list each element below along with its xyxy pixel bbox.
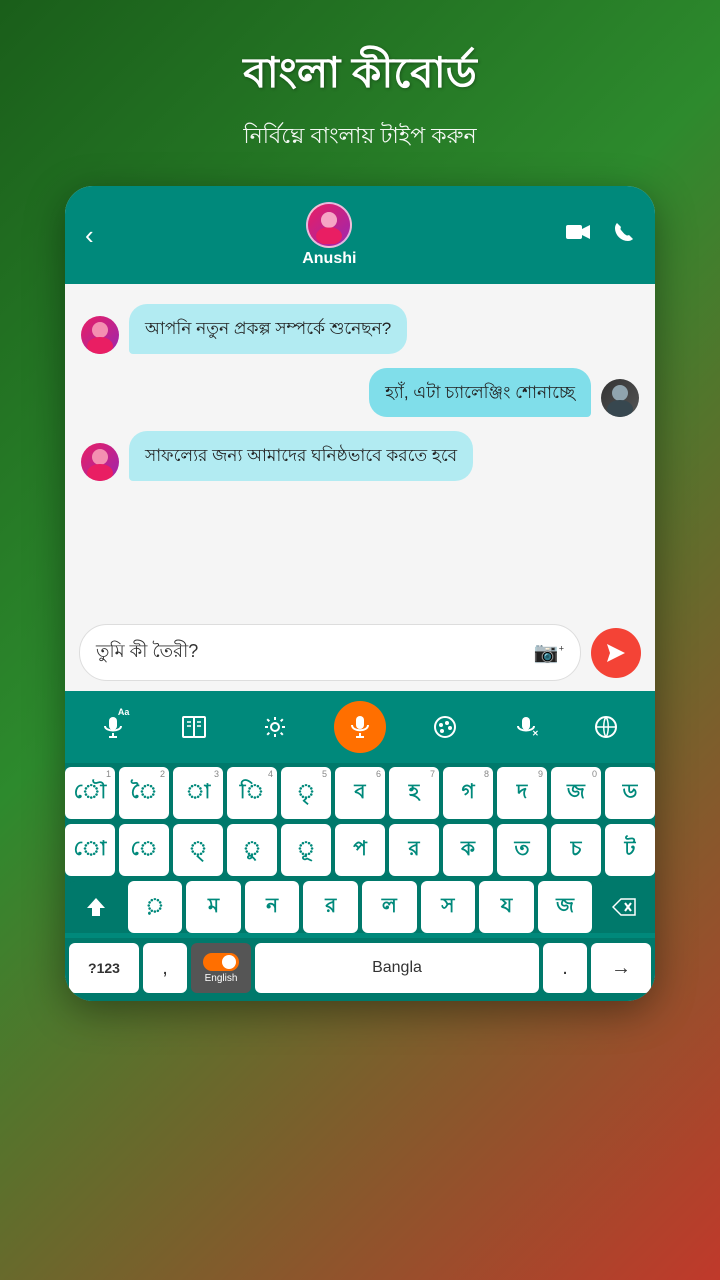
video-call-icon[interactable] bbox=[565, 219, 591, 251]
key-h[interactable]: 7হ bbox=[389, 767, 439, 819]
camera-icon[interactable]: 📷+ bbox=[534, 640, 564, 665]
app-title: বাংলা কীবোর্ড bbox=[243, 40, 477, 111]
key-n[interactable]: ন bbox=[245, 881, 300, 933]
my-avatar-img bbox=[601, 379, 639, 417]
period-key[interactable]: . bbox=[543, 943, 587, 993]
avatar-img bbox=[81, 316, 119, 354]
numbers-key[interactable]: ?123 bbox=[69, 943, 139, 993]
lang-toggle-switch bbox=[203, 953, 239, 971]
key-ch[interactable]: চ bbox=[551, 824, 601, 876]
my-avatar bbox=[601, 379, 639, 417]
key-row-3: ় ম ন র ল স য জ bbox=[69, 881, 651, 933]
keyboard: Aa bbox=[65, 691, 655, 1001]
incoming-bubble: আপনি নতুন প্রকল্প সম্পর্কে শুনেছন? bbox=[129, 304, 407, 354]
message-input-box[interactable]: তুমি কী তৈরী? 📷+ bbox=[79, 624, 581, 681]
key-g[interactable]: 8গ bbox=[443, 767, 493, 819]
key-m[interactable]: ম bbox=[186, 881, 241, 933]
settings-btn[interactable] bbox=[253, 705, 297, 749]
outgoing-bubble: হ্যাঁ, এটা চ্যালেঞ্জিং শোনাচ্ছে bbox=[369, 368, 591, 418]
key-l[interactable]: ল bbox=[362, 881, 417, 933]
voice-call-icon[interactable] bbox=[613, 221, 635, 249]
key-ri[interactable]: 5ৃ bbox=[281, 767, 331, 819]
key-u[interactable]: ু bbox=[227, 824, 277, 876]
app-header: বাংলা কীবোর্ড নির্বিঘ্নে বাংলায় টাইপ কর… bbox=[223, 0, 497, 166]
voice-input-btn[interactable]: Aa bbox=[91, 705, 135, 749]
translate-btn[interactable]: ✕ bbox=[504, 705, 548, 749]
key-k[interactable]: ক bbox=[443, 824, 493, 876]
key-nukta[interactable]: ় bbox=[128, 881, 183, 933]
key-y[interactable]: য bbox=[479, 881, 534, 933]
enter-key[interactable]: → bbox=[591, 943, 651, 993]
key-oi[interactable]: 2ৈ bbox=[119, 767, 169, 819]
globe-btn[interactable] bbox=[584, 705, 628, 749]
key-row-1: 1ৌ 2ৈ 3া 4ি 5ৃ 6ব 7হ 8গ 9দ 0জ ড bbox=[69, 767, 651, 819]
key-t[interactable]: ত bbox=[497, 824, 547, 876]
input-row: তুমি কী তৈরী? 📷+ bbox=[65, 614, 655, 691]
language-toggle[interactable]: English bbox=[191, 943, 251, 993]
message-row: হ্যাঁ, এটা চ্যালেঞ্জিং শোনাচ্ছে bbox=[81, 368, 639, 418]
key-uu[interactable]: ূ bbox=[281, 824, 331, 876]
input-text: তুমি কী তৈরী? bbox=[96, 637, 198, 668]
header-center: Anushi bbox=[302, 202, 356, 268]
chat-header: ‹ Anushi bbox=[65, 186, 655, 284]
header-left: ‹ bbox=[85, 220, 94, 251]
comma-key[interactable]: , bbox=[143, 943, 187, 993]
key-p[interactable]: প bbox=[335, 824, 385, 876]
key-dd[interactable]: ড bbox=[605, 767, 655, 819]
key-aa[interactable]: 3া bbox=[173, 767, 223, 819]
back-button[interactable]: ‹ bbox=[85, 220, 94, 251]
message-row: সাফল্যের জন্য আমাদের ঘনিষ্ঠভাবে করতে হবে bbox=[81, 431, 639, 481]
send-button[interactable] bbox=[591, 628, 641, 678]
shift-key[interactable] bbox=[69, 881, 124, 933]
key-row-2: ো ে ্ ু ূ প র ক ত চ ট bbox=[69, 824, 651, 876]
avatar-img-2 bbox=[81, 443, 119, 481]
key-r2[interactable]: র bbox=[303, 881, 358, 933]
key-r[interactable]: র bbox=[389, 824, 439, 876]
key-b[interactable]: 6ব bbox=[335, 767, 385, 819]
keyboard-bottom-row: ?123 , English Bangla . → bbox=[65, 938, 655, 1001]
key-ou[interactable]: 1ৌ bbox=[65, 767, 115, 819]
key-d[interactable]: 9দ bbox=[497, 767, 547, 819]
key-j2[interactable]: জ bbox=[538, 881, 593, 933]
key-tt[interactable]: ট bbox=[605, 824, 655, 876]
sender-avatar-2 bbox=[81, 443, 119, 481]
key-s[interactable]: স bbox=[421, 881, 476, 933]
contact-name: Anushi bbox=[302, 250, 356, 268]
mic-center-btn[interactable] bbox=[334, 701, 386, 753]
message-row: আপনি নতুন প্রকল্প সম্পর্কে শুনেছন? bbox=[81, 304, 639, 354]
key-i[interactable]: 4ি bbox=[227, 767, 277, 819]
avatar-image bbox=[308, 204, 350, 246]
language-label: English bbox=[205, 973, 238, 984]
key-o[interactable]: ো bbox=[65, 824, 115, 876]
key-hasanta[interactable]: ্ bbox=[173, 824, 223, 876]
contact-avatar bbox=[306, 202, 352, 248]
sender-avatar bbox=[81, 316, 119, 354]
lang-toggle-circle bbox=[222, 955, 236, 969]
header-right bbox=[565, 219, 635, 251]
phone-mockup: ‹ Anushi bbox=[65, 186, 655, 1001]
svg-text:✕: ✕ bbox=[532, 729, 538, 738]
app-subtitle: নির্বিঘ্নে বাংলায় টাইপ করুন bbox=[243, 119, 477, 156]
key-j[interactable]: 0জ bbox=[551, 767, 601, 819]
incoming-bubble-2: সাফল্যের জন্য আমাদের ঘনিষ্ঠভাবে করতে হবে bbox=[129, 431, 473, 481]
palette-btn[interactable] bbox=[423, 705, 467, 749]
key-e[interactable]: ে bbox=[119, 824, 169, 876]
main-content: বাংলা কীবোর্ড নির্বিঘ্নে বাংলায় টাইপ কর… bbox=[0, 0, 720, 1280]
backspace-key[interactable] bbox=[596, 881, 651, 933]
dictionary-btn[interactable] bbox=[172, 705, 216, 749]
keyboard-rows: 1ৌ 2ৈ 3া 4ি 5ৃ 6ব 7হ 8গ 9দ 0জ ড ো ে ্ bbox=[65, 763, 655, 933]
chat-body: আপনি নতুন প্রকল্প সম্পর্কে শুনেছন? হ্যাঁ… bbox=[65, 284, 655, 614]
keyboard-toolbar: Aa bbox=[65, 691, 655, 763]
space-key[interactable]: Bangla bbox=[255, 943, 539, 993]
